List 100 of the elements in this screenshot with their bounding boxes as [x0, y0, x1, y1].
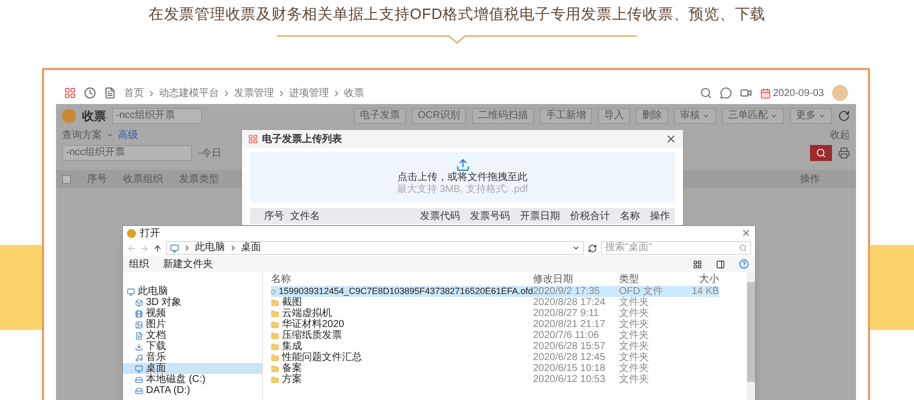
app-logo-icon: [248, 134, 258, 144]
file-row[interactable]: 集成 2020/6/28 15:57 文件夹: [271, 341, 719, 352]
file-type: OFD 文件: [619, 286, 664, 297]
toolbar-button[interactable]: 导入: [598, 108, 630, 124]
printer-icon[interactable]: [838, 147, 850, 159]
file-type: 文件夹: [619, 363, 650, 374]
computer-icon: [127, 288, 135, 296]
organize-menu[interactable]: 组织: [129, 256, 149, 272]
file-type: 文件夹: [619, 319, 650, 330]
file-row[interactable]: 压缩纸质发票 2020/7/6 11:06 文件夹: [271, 330, 719, 341]
breadcrumb-link[interactable]: 进项管理: [289, 86, 329, 100]
dialog-title: 电子发票上传列表: [262, 132, 342, 146]
column-header[interactable]: 类型: [619, 272, 679, 286]
view-icon[interactable]: [693, 260, 702, 268]
help-icon[interactable]: [739, 259, 749, 269]
date-text: 2020-09-03: [772, 86, 824, 100]
upload-drop-zone[interactable]: 点击上传，或将文件拖拽至此 最大支持 3MB, 支持格式: .pdf: [250, 152, 675, 202]
file-row[interactable]: 华证材料2020 2020/8/21 21:17 文件夹: [271, 319, 719, 330]
file-date: 2020/8/28 17:24: [533, 297, 606, 308]
breadcrumb-link[interactable]: 首页: [124, 86, 144, 100]
nav-item[interactable]: 音乐: [123, 352, 262, 363]
video-icon[interactable]: [740, 87, 752, 99]
nav-item[interactable]: 视频: [123, 308, 262, 319]
search-icon[interactable]: [700, 87, 712, 99]
preview-pane-icon[interactable]: [716, 260, 725, 268]
nav-item[interactable]: 下载: [123, 341, 262, 352]
toolbar-button[interactable]: 删除: [636, 108, 668, 124]
breadcrumb-separator-icon: [332, 88, 341, 98]
file-date: 2020/6/15 10:18: [533, 363, 606, 374]
nav-item[interactable]: 文档: [123, 330, 262, 341]
file-date: 2020/6/28 15:57: [533, 341, 606, 352]
column-header[interactable]: 修改日期: [533, 272, 619, 286]
caret-icon: [818, 112, 826, 120]
column-header: 发票代码: [420, 210, 460, 224]
breadcrumb-link[interactable]: 收票: [344, 86, 364, 100]
toolbar-button[interactable]: 审核: [674, 108, 716, 124]
document-icon[interactable]: [104, 87, 116, 99]
file-date: 2020/9/2 17:35: [533, 286, 601, 297]
path-segment[interactable]: 此电脑: [195, 242, 225, 254]
caret-icon[interactable]: [572, 244, 580, 252]
file-date: 2020/8/27 9:11: [533, 308, 600, 319]
clock-icon[interactable]: [84, 87, 96, 99]
column-header: 序号: [264, 210, 284, 224]
close-icon[interactable]: [665, 133, 677, 145]
address-bar[interactable]: 此电脑 桌面: [166, 241, 584, 255]
refresh-icon[interactable]: [588, 244, 597, 252]
search-placeholder: 搜索"桌面": [605, 242, 654, 254]
app-logo-icon[interactable]: [64, 87, 76, 99]
upload-icon: [456, 158, 470, 172]
nav-item[interactable]: DATA (D:): [123, 385, 262, 396]
file-date: 2020/6/12 10:53: [533, 374, 606, 385]
nav-item[interactable]: 桌面: [123, 363, 262, 374]
drive-icon: [135, 386, 143, 394]
drive-icon: [135, 376, 143, 384]
file-type: 文件夹: [619, 308, 650, 319]
file-row[interactable]: 云端虚拟机 2020/8/27 9:11 文件夹: [271, 308, 719, 319]
folder-icon: [271, 320, 279, 328]
file-type: 文件夹: [619, 374, 650, 385]
folder-icon: [271, 376, 279, 384]
column-header: 文件名: [290, 210, 321, 224]
toolbar-button[interactable]: 电子发票: [354, 108, 406, 124]
breadcrumb-link[interactable]: 动态建模平台: [159, 86, 219, 100]
file-name: 集成: [282, 341, 302, 352]
column-header[interactable]: 大小: [679, 272, 719, 286]
file-name: 方案: [282, 374, 302, 385]
dialog-title: 打开: [140, 226, 160, 240]
column-header[interactable]: 名称: [271, 272, 533, 286]
nav-item[interactable]: 图片: [123, 319, 262, 330]
computer-icon: [170, 244, 179, 252]
search-button[interactable]: [810, 145, 832, 161]
calendar-icon: [760, 88, 771, 98]
file-name: 华证材料2020: [282, 319, 344, 330]
toolbar-button[interactable]: 更多: [790, 108, 832, 124]
scrollbar[interactable]: [747, 272, 755, 400]
nav-item[interactable]: 本地磁盘 (C:): [123, 374, 262, 385]
up-icon[interactable]: [153, 244, 162, 252]
nav-item[interactable]: 此电脑: [123, 286, 262, 297]
drop-text: 点击上传，或将文件拖拽至此: [398, 172, 528, 184]
org-filter-field[interactable]: -ncc组织开票: [62, 145, 192, 161]
file-row[interactable]: 备案 2020/6/15 10:18 文件夹: [271, 363, 719, 374]
breadcrumb-link[interactable]: 发票管理: [234, 86, 274, 100]
search-icon: [816, 148, 826, 158]
file-row[interactable]: 性能问题文件汇总 2020/6/28 12:45 文件夹: [271, 352, 719, 363]
upload-hint: 最大支持 3MB, 支持格式: .pdf: [396, 184, 528, 196]
new-folder-button[interactable]: 新建文件夹: [163, 256, 213, 272]
org-select[interactable]: -ncc组织开票: [112, 108, 202, 124]
file-row[interactable]: 1599039312454_C9C7E8D103895F437382716520E61EFA.ofd2020/9/2 17:35 OFD 文件 14 KB: [271, 286, 719, 297]
nav-item[interactable]: 3D 对象: [123, 297, 262, 308]
chat-icon[interactable]: [720, 87, 732, 99]
breadcrumb-separator-icon: [222, 88, 231, 98]
module-icon: [62, 109, 76, 123]
folder-icon: [271, 332, 279, 340]
file-row[interactable]: 方案 2020/6/12 10:53 文件夹: [271, 374, 719, 385]
file-row[interactable]: 截图 2020/8/28 17:24 文件夹: [271, 297, 719, 308]
column-header: 收票组织: [123, 172, 163, 186]
checkbox[interactable]: [62, 174, 71, 184]
path-segment[interactable]: 桌面: [241, 242, 261, 254]
close-icon[interactable]: [741, 228, 751, 238]
banner-title: 在发票管理收票及财务相关单据上支持OFD格式增值税电子专用发票上传收票、预览、下载: [148, 5, 766, 25]
column-header: 发票类型: [179, 172, 219, 186]
